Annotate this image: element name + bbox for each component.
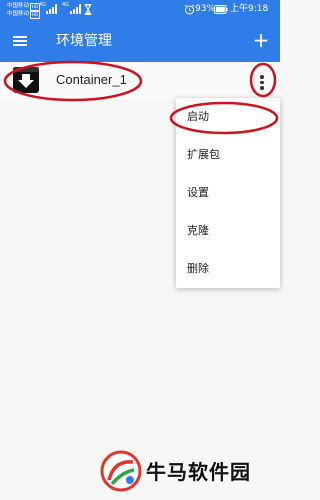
download-box-icon bbox=[13, 67, 39, 93]
more-options-button[interactable] bbox=[252, 70, 272, 94]
watermark: 牛马软件园 bbox=[100, 448, 270, 500]
menu-item-label: 克隆 bbox=[187, 224, 209, 237]
menu-item-extensions[interactable]: 扩展包 bbox=[176, 136, 280, 174]
battery-percent: 93% bbox=[195, 4, 216, 14]
watermark-logo-icon bbox=[100, 450, 142, 492]
battery-icon bbox=[214, 5, 228, 14]
carrier-2-label: 中国移动 bbox=[7, 11, 30, 17]
signal-icon bbox=[70, 4, 81, 14]
carrier-1-label: 中国移动 bbox=[7, 3, 30, 9]
menu-item-start[interactable]: 启动 bbox=[176, 98, 280, 136]
watermark-text: 牛马软件园 bbox=[146, 460, 251, 484]
menu-item-label: 启动 bbox=[187, 110, 209, 123]
menu-item-label: 扩展包 bbox=[187, 148, 220, 161]
menu-item-settings[interactable]: 设置 bbox=[176, 174, 280, 212]
status-bar: 中国移动 HD 中国移动 HD 4G 4G 93% 上午9:18 bbox=[0, 0, 280, 20]
network-type-2: 4G bbox=[62, 2, 70, 8]
container-popup-menu: 启动 扩展包 设置 克隆 删除 bbox=[176, 98, 280, 288]
signal-icon bbox=[46, 4, 57, 14]
container-list-item[interactable]: Container_1 bbox=[0, 62, 280, 100]
menu-item-clone[interactable]: 克隆 bbox=[176, 212, 280, 250]
hd-badge-2: HD bbox=[30, 11, 41, 19]
menu-item-delete[interactable]: 删除 bbox=[176, 250, 280, 288]
network-type-1: 4G bbox=[39, 2, 47, 8]
menu-item-label: 设置 bbox=[187, 186, 209, 199]
container-name: Container_1 bbox=[56, 72, 127, 87]
add-container-button[interactable]: + bbox=[250, 29, 272, 51]
menu-item-label: 删除 bbox=[187, 262, 209, 275]
menu-icon[interactable] bbox=[10, 31, 30, 51]
alarm-icon bbox=[184, 4, 195, 15]
clock: 上午9:18 bbox=[230, 4, 269, 14]
hourglass-icon bbox=[84, 4, 92, 15]
page-title: 环境管理 bbox=[56, 33, 112, 49]
app-bar: 环境管理 + bbox=[0, 20, 280, 62]
